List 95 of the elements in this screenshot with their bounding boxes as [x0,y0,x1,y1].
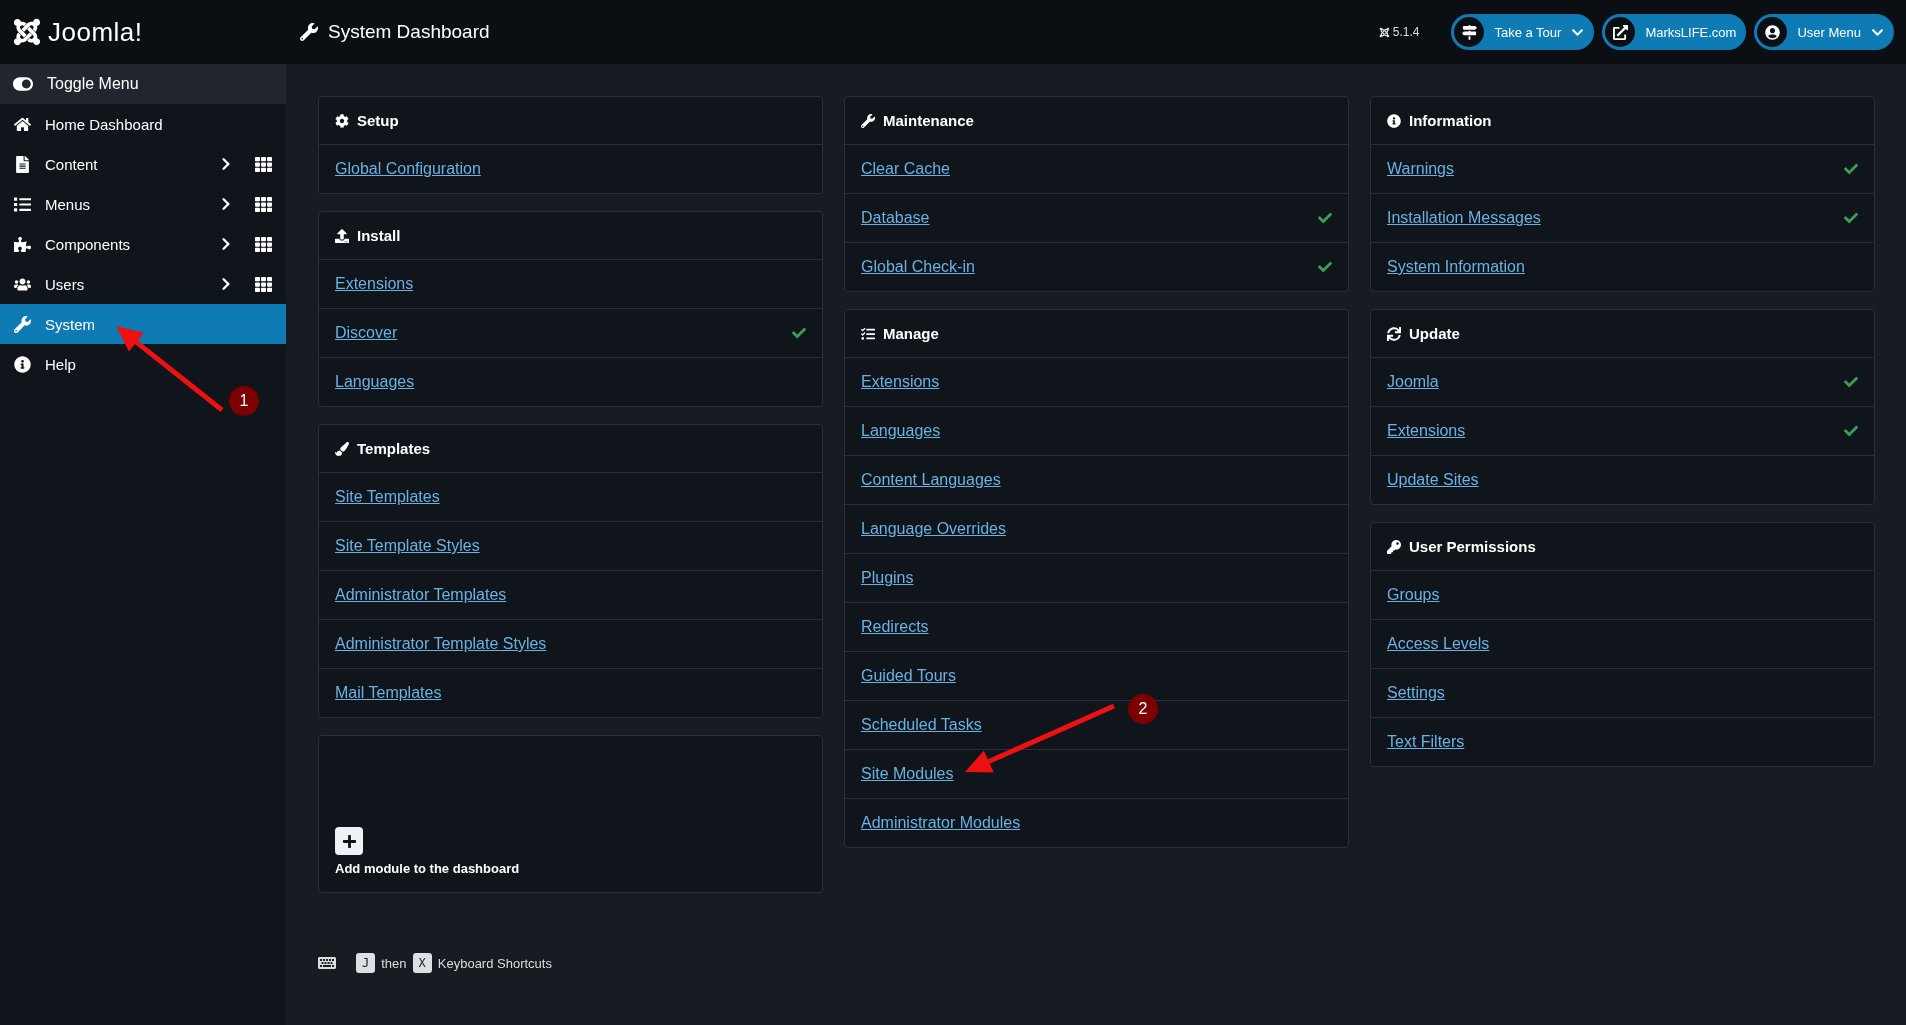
card-link[interactable]: Clear Cache [861,159,950,179]
card-link[interactable]: Joomla [1387,372,1439,392]
key-icon [1387,539,1401,554]
list-icon [861,326,875,341]
card-link[interactable]: Administrator Template Styles [335,634,547,654]
wrench-icon [14,315,31,333]
signpost-icon [1454,17,1485,47]
card-link[interactable]: Content Languages [861,470,1001,490]
card-link[interactable]: Administrator Modules [861,813,1021,833]
card-link[interactable]: Global Check-in [861,257,975,277]
card-link[interactable]: Extensions [861,372,940,392]
card-link[interactable]: Discover [335,323,398,343]
grid-icon [255,235,272,253]
gear-icon [335,113,349,128]
sidebar-item[interactable]: Help [0,344,286,384]
grid-icon [255,155,272,173]
card-link[interactable]: Guided Tours [861,666,956,686]
header-button[interactable]: MarksLIFE.com [1602,14,1747,50]
card-link[interactable]: Site Modules [861,764,954,784]
keyboard-icon [318,954,336,972]
card-link[interactable]: Update Sites [1387,470,1479,490]
card-link[interactable]: Database [861,208,930,228]
card-link[interactable]: Extensions [335,274,414,294]
card-link[interactable]: Global Configuration [335,159,481,179]
check-icon [792,326,806,340]
card-link[interactable]: Warnings [1387,159,1454,179]
check-icon [1844,424,1858,438]
shortcut-joiner: then [381,955,407,971]
key-cap: J [356,953,376,973]
card-link[interactable]: Groups [1387,585,1440,605]
check-icon [1318,260,1332,274]
check-icon [1844,211,1858,225]
add-button[interactable] [335,827,363,855]
card-link[interactable]: Scheduled Tasks [861,715,982,735]
info-icon [1387,113,1401,128]
key-cap: X [412,953,432,973]
card-link[interactable]: Site Templates [335,487,440,507]
card-title: User Permissions [1409,538,1536,555]
info-icon [14,355,31,373]
upload-icon [335,228,349,243]
check-icon [1844,162,1858,176]
card-title: Setup [357,112,399,129]
card-link[interactable]: Redirects [861,617,929,637]
grid-icon [255,195,272,213]
logo[interactable]: Joomla! [12,16,300,48]
card-title: Templates [357,440,431,457]
joomla-logo-icon [12,17,42,47]
document-icon [14,155,31,173]
card-title: Information [1409,112,1492,129]
card-title: Update [1409,325,1460,342]
toggle-menu-button[interactable]: Toggle Menu [0,64,286,104]
card-link[interactable]: Languages [861,421,941,441]
check-icon [1318,211,1332,225]
home-icon [14,115,31,133]
wrench-icon [861,113,875,128]
card-link[interactable]: Languages [335,372,415,392]
add-module-label: Add module to the dashboard [335,861,521,876]
grid-icon [255,275,272,293]
card-link[interactable]: Access Levels [1387,634,1490,654]
keyboard-shortcuts-label: Keyboard Shortcuts [437,955,552,971]
version-label: 5.1.4 [1392,25,1420,39]
page-title: System Dashboard [300,21,490,43]
card-link[interactable]: Plugins [861,568,914,588]
card-link[interactable]: Text Filters [1387,732,1465,752]
card-link[interactable]: Extensions [1387,421,1466,441]
card-title: Manage [883,325,939,342]
card-title: Maintenance [883,112,974,129]
check-icon [1844,375,1858,389]
sidebar-item[interactable]: System [0,304,286,344]
card-link[interactable]: System Information [1387,257,1525,277]
card-link[interactable]: Administrator Templates [335,585,507,605]
card-link[interactable]: Site Template Styles [335,536,480,556]
wrench-icon [300,23,318,41]
logo-text: Joomla! [48,16,143,48]
external-link-icon [1605,17,1636,47]
brush-icon [335,441,349,456]
list-icon [14,195,31,213]
sidebar-item[interactable]: Home Dashboard [0,104,286,144]
card-link[interactable]: Installation Messages [1387,208,1541,228]
sidebar-item[interactable]: Components [0,224,286,264]
plus-icon [341,833,357,849]
joomla-logo-icon [1378,26,1390,38]
header-button[interactable]: Take a Tour [1451,14,1595,50]
card-link[interactable]: Mail Templates [335,683,442,703]
sidebar-item[interactable]: Content [0,144,286,184]
user-icon [1757,17,1788,47]
header-button[interactable]: User Menu [1754,14,1894,50]
toggle-icon [13,74,33,94]
card-link[interactable]: Language Overrides [861,519,1006,539]
puzzle-icon [14,235,31,253]
card-title: Install [357,227,401,244]
sidebar-item[interactable]: Menus [0,184,286,224]
sidebar-item[interactable]: Users [0,264,286,304]
card-link[interactable]: Settings [1387,683,1445,703]
refresh-icon [1387,326,1401,341]
